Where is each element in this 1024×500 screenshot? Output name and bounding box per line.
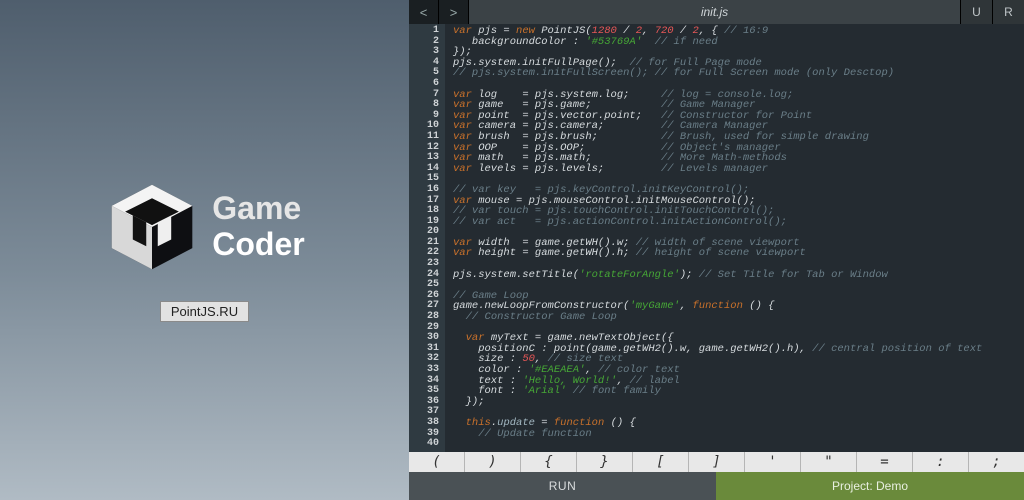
symbol-key[interactable]: : <box>913 452 969 472</box>
code-line[interactable] <box>453 439 1024 450</box>
symbol-key[interactable]: ; <box>969 452 1024 472</box>
undo-button[interactable]: U <box>960 0 992 24</box>
tab-bar: < > init.js U R <box>409 0 1024 24</box>
logo-row: Game Coder <box>104 179 304 275</box>
active-tab[interactable]: init.js <box>469 0 960 24</box>
symbol-key[interactable]: " <box>801 452 857 472</box>
code-line[interactable]: }); <box>453 397 1024 408</box>
symbol-key[interactable]: [ <box>633 452 689 472</box>
code-area[interactable]: var pjs = new PointJS(1280 / 2, 720 / 2,… <box>445 24 1024 452</box>
line-number: 40 <box>409 439 439 450</box>
code-line[interactable]: // pjs.system.initFullScreen(); // for F… <box>453 68 1024 79</box>
line-number: 16 <box>409 185 439 196</box>
pointjs-logo-icon <box>104 179 200 275</box>
redo-button[interactable]: R <box>992 0 1024 24</box>
symbol-key[interactable]: { <box>521 452 577 472</box>
symbol-key[interactable]: ( <box>409 452 465 472</box>
code-line[interactable]: var height = game.getWH().h; // height o… <box>453 248 1024 259</box>
bottom-bar: RUN Project: Demo <box>409 472 1024 500</box>
line-gutter: 1234567891011121314151617181920212223242… <box>409 24 445 452</box>
project-button[interactable]: Project: Demo <box>716 472 1024 500</box>
left-panel: Game Coder PointJS.RU <box>0 0 409 500</box>
branding: Game Coder PointJS.RU <box>104 179 304 322</box>
run-button[interactable]: RUN <box>409 472 716 500</box>
line-number: 1 <box>409 26 439 37</box>
tab-prev-button[interactable]: < <box>409 0 439 24</box>
code-line[interactable]: font : 'Arial' // font family <box>453 386 1024 397</box>
tab-next-button[interactable]: > <box>439 0 469 24</box>
code-line[interactable]: // Constructor Game Loop <box>453 312 1024 323</box>
logo-text-line2: Coder <box>212 227 304 262</box>
logo-text-line1: Game <box>212 191 304 226</box>
code-line[interactable] <box>453 280 1024 291</box>
code-line[interactable]: backgroundColor : '#53769A' // if need <box>453 37 1024 48</box>
site-badge[interactable]: PointJS.RU <box>160 301 249 322</box>
line-number: 38 <box>409 418 439 429</box>
symbol-key[interactable]: ] <box>689 452 745 472</box>
line-number: 33 <box>409 365 439 376</box>
symbol-key[interactable]: ) <box>465 452 521 472</box>
logo-text: Game Coder <box>212 191 304 261</box>
code-editor[interactable]: 1234567891011121314151617181920212223242… <box>409 24 1024 452</box>
code-line[interactable]: // var act = pjs.actionControl.initActio… <box>453 217 1024 228</box>
line-number: 6 <box>409 79 439 90</box>
editor-panel: < > init.js U R 123456789101112131415161… <box>409 0 1024 500</box>
symbol-key[interactable]: } <box>577 452 633 472</box>
code-line[interactable]: var levels = pjs.levels; // Levels manag… <box>453 164 1024 175</box>
code-line[interactable]: // Update function <box>453 429 1024 440</box>
code-line[interactable]: pjs.system.setTitle('rotateForAngle'); /… <box>453 270 1024 281</box>
symbol-key[interactable]: ' <box>745 452 801 472</box>
app-root: Game Coder PointJS.RU < > init.js U R 12… <box>0 0 1024 500</box>
line-number: 11 <box>409 132 439 143</box>
symbol-key[interactable]: = <box>857 452 913 472</box>
symbol-bar: (){}[]'"=:; <box>409 452 1024 472</box>
